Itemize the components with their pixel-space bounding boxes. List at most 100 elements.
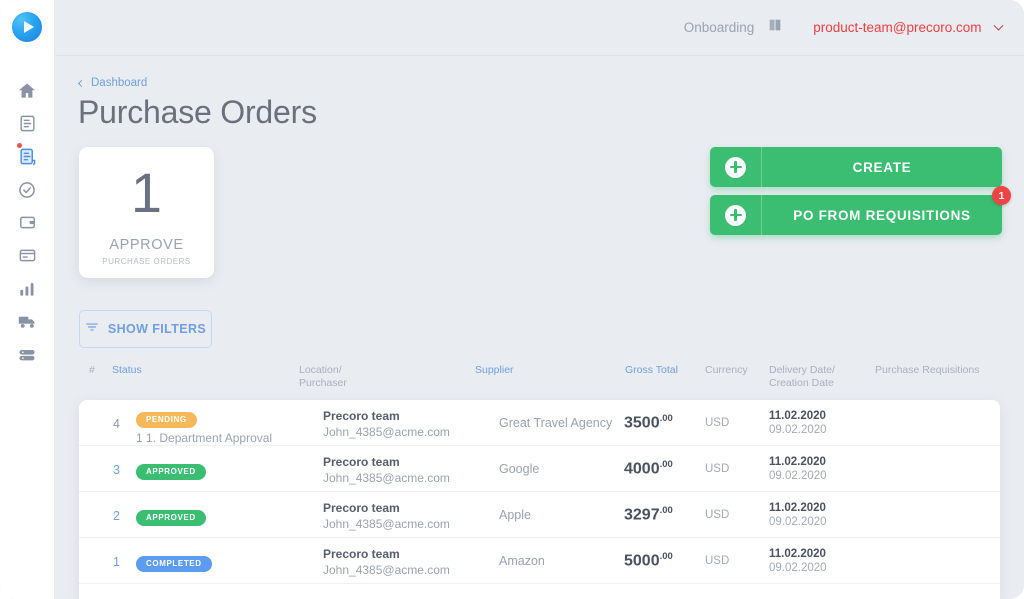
row-number[interactable]: 3 <box>113 463 120 477</box>
show-filters-button[interactable]: SHOW FILTERS <box>79 310 212 348</box>
amount-cents: .00 <box>659 505 673 516</box>
onboarding-label: Onboarding <box>683 20 755 35</box>
notification-dot-icon <box>17 143 22 148</box>
sidebar <box>0 0 55 599</box>
stat-sub-label: PURCHASE ORDERS <box>102 257 191 266</box>
creation-date: 09.02.2020 <box>769 470 827 482</box>
status-badge-label: APPROVED <box>136 463 206 480</box>
breadcrumb[interactable]: Dashboard <box>77 77 147 89</box>
sidebar-item-approvals[interactable] <box>7 173 47 206</box>
creation-date: 09.02.2020 <box>769 562 827 574</box>
page-title: Purchase Orders <box>78 94 317 130</box>
purchaser-email: John_4385@acme.com <box>323 563 450 577</box>
delivery-date: 11.02.2020 <box>769 548 826 560</box>
purchaser-email: John_4385@acme.com <box>323 517 450 531</box>
onboarding-section[interactable]: Onboarding <box>684 17 784 38</box>
po-from-requisitions-button[interactable]: PO FROM REQUISITIONS 1 <box>710 186 1011 235</box>
sidebar-item-inventory[interactable] <box>7 338 47 371</box>
chart-icon <box>17 279 37 299</box>
sidebar-item-home[interactable] <box>7 74 47 107</box>
column-header-gross-total[interactable]: Gross Total <box>625 364 678 377</box>
chevron-left-icon <box>77 79 86 87</box>
column-header-delivery-date: Delivery Date/ <box>769 364 835 376</box>
stat-count: 1 <box>130 161 163 224</box>
currency-value: USD <box>705 555 730 567</box>
purchase-order-icon <box>18 147 37 166</box>
table-row[interactable]: 3 APPROVED Precoro team John_4385@acme.c… <box>79 446 1000 492</box>
logo-triangle <box>23 21 34 33</box>
currency-value: USD <box>705 509 730 521</box>
home-icon <box>17 81 37 101</box>
status-badge-label: PENDING <box>136 411 197 428</box>
plus-circle-icon <box>710 147 762 187</box>
column-header-creation-date: Creation Date <box>769 377 834 389</box>
location-name: Precoro team <box>323 501 400 515</box>
purchaser-email: John_4385@acme.com <box>323 425 450 439</box>
creation-date: 09.02.2020 <box>769 516 827 528</box>
table-row[interactable]: 4 PENDING 1 1. Department Approval Preco… <box>79 400 1000 446</box>
create-button-label: CREATE <box>852 159 912 175</box>
gross-total: 3297.00 <box>624 505 673 524</box>
table-row[interactable]: 1 COMPLETED Precoro team John_4385@acme.… <box>79 538 1000 584</box>
row-number[interactable]: 1 <box>113 555 120 569</box>
plus-circle-icon <box>710 195 762 235</box>
precoro-logo[interactable] <box>12 12 42 42</box>
table-header: # Status Location/ Purchaser Supplier Gr… <box>79 364 1000 404</box>
check-circle-icon <box>17 180 37 200</box>
sidebar-item-receiving[interactable] <box>7 305 47 338</box>
location-name: Precoro team <box>323 547 400 561</box>
create-button[interactable]: CREATE <box>710 147 1002 187</box>
user-menu[interactable]: product-team@precoro.com <box>813 19 1004 37</box>
table-row[interactable]: 2 APPROVED Precoro team John_4385@acme.c… <box>79 492 1000 538</box>
creation-date: 09.02.2020 <box>769 424 827 436</box>
sidebar-item-invoices[interactable] <box>7 239 47 272</box>
column-header-status[interactable]: Status <box>112 364 142 377</box>
amount-cents: .00 <box>659 551 673 562</box>
gross-total: 5000.00 <box>624 551 673 570</box>
location-name: Precoro team <box>323 455 400 469</box>
location-name: Precoro team <box>323 409 400 423</box>
show-filters-label: SHOW FILTERS <box>107 322 207 336</box>
sidebar-item-reports[interactable] <box>7 272 47 305</box>
column-header-supplier[interactable]: Supplier <box>475 364 514 377</box>
amount-value: 5000 <box>624 552 660 570</box>
row-number: 4 <box>113 417 120 431</box>
book-icon[interactable] <box>767 17 783 38</box>
gross-total: 4000.00 <box>624 459 673 478</box>
status-badge: COMPLETED <box>136 553 212 572</box>
supplier-name: Apple <box>499 508 531 522</box>
row-number[interactable]: 2 <box>113 509 120 523</box>
currency-value: USD <box>705 463 730 475</box>
status-badge: APPROVED <box>136 461 206 480</box>
amount-cents: .00 <box>659 459 673 470</box>
approval-step: 1 1. Department Approval <box>136 430 273 445</box>
currency-value: USD <box>705 417 730 429</box>
purchaser-email: John_4385@acme.com <box>323 471 450 485</box>
status-badge-label: APPROVED <box>136 509 206 526</box>
top-bar: Onboarding product-team@precoro.com <box>55 0 1024 56</box>
po-badge-count: 1 <box>992 186 1011 205</box>
status-badge-label: COMPLETED <box>136 555 212 572</box>
po-from-requisitions-label: PO FROM REQUISITIONS <box>793 207 971 223</box>
card-icon <box>18 246 37 265</box>
delivery-date: 11.02.2020 <box>769 456 826 468</box>
amount-value: 3297 <box>624 506 660 524</box>
amount-value: 3500 <box>624 414 660 432</box>
wallet-icon <box>18 213 37 232</box>
approve-stat-card[interactable]: 1 APPROVE PURCHASE ORDERS <box>79 147 214 278</box>
column-header-purchase-requisitions: Purchase Requisitions <box>875 364 980 376</box>
amount-cents: .00 <box>659 413 673 424</box>
amount-value: 4000 <box>624 460 660 478</box>
supplier-name: Amazon <box>499 554 545 568</box>
sidebar-item-documents[interactable] <box>7 107 47 140</box>
purchase-orders-table: 4 PENDING 1 1. Department Approval Preco… <box>79 400 1000 599</box>
main-content: Dashboard Purchase Orders 1 APPROVE PURC… <box>55 56 1024 599</box>
delivery-date: 11.02.2020 <box>769 410 826 422</box>
column-header-purchaser: Purchaser <box>299 377 347 389</box>
filter-icon <box>85 320 99 339</box>
chevron-down-icon <box>993 20 1004 31</box>
sidebar-item-purchase-orders[interactable] <box>7 140 47 173</box>
column-header-currency: Currency <box>705 364 748 376</box>
sidebar-item-wallet[interactable] <box>7 206 47 239</box>
status-badge: PENDING 1 1. Department Approval <box>136 409 272 445</box>
